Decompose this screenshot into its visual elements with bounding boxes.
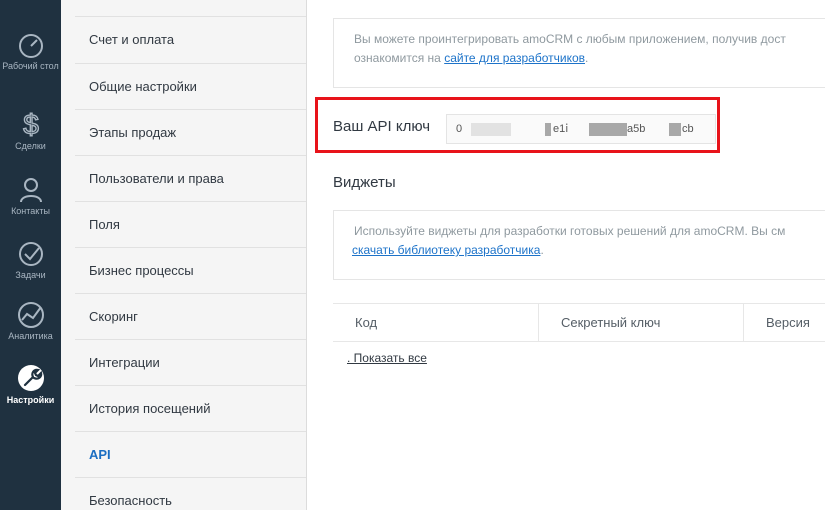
submenu-item-label: Скоринг bbox=[89, 309, 138, 324]
submenu-item-label: Общие настройки bbox=[89, 79, 197, 94]
api-key-highlight-box bbox=[315, 97, 720, 153]
widgets-info-box: Используйте виджеты для разработки готов… bbox=[333, 210, 825, 280]
submenu-item-label: Безопасность bbox=[89, 493, 172, 508]
submenu-item-api[interactable]: API bbox=[75, 431, 306, 476]
submenu-item-history[interactable]: История посещений bbox=[75, 385, 306, 430]
column-header-version[interactable]: Версия bbox=[743, 304, 825, 341]
nav-deals[interactable]: $ Сделки bbox=[0, 109, 61, 151]
wrench-icon bbox=[17, 365, 44, 391]
check-icon bbox=[18, 242, 43, 266]
widgets-info-line2: скачать библиотеку разработчика. bbox=[352, 241, 825, 260]
dashboard-icon bbox=[18, 34, 43, 58]
main-nav-rail: Рабочий стол $ Сделки Контакты Задачи Ан… bbox=[0, 0, 61, 510]
submenu-item-processes[interactable]: Бизнес процессы bbox=[75, 247, 306, 292]
submenu-item-label: Пользователи и права bbox=[89, 171, 224, 186]
submenu-item-label: API bbox=[89, 447, 111, 462]
submenu-item-fields[interactable]: Поля bbox=[75, 201, 306, 246]
nav-dashboard-label: Рабочий стол bbox=[2, 61, 59, 71]
show-all-link[interactable]: . Показать все bbox=[347, 351, 427, 365]
column-header-secret[interactable]: Секретный ключ bbox=[538, 304, 743, 341]
nav-tasks[interactable]: Задачи bbox=[0, 240, 61, 280]
svg-text:$: $ bbox=[23, 109, 39, 139]
submenu-item-label: Счет и оплата bbox=[89, 32, 175, 47]
submenu-item-label: Интеграции bbox=[89, 355, 160, 370]
nav-settings-label: Настройки bbox=[6, 395, 55, 405]
submenu-item-label: Бизнес процессы bbox=[89, 263, 194, 278]
nav-contacts[interactable]: Контакты bbox=[0, 176, 61, 216]
submenu-item-label: История посещений bbox=[89, 401, 211, 416]
api-info-text-line2: ознакомится на сайте для разработчиков. bbox=[354, 49, 825, 68]
submenu-item-general[interactable]: Общие настройки bbox=[75, 63, 306, 108]
widgets-title: Виджеты bbox=[333, 174, 396, 191]
submenu-item-users[interactable]: Пользователи и права bbox=[75, 155, 306, 200]
developer-library-link[interactable]: скачать библиотеку разработчика bbox=[352, 243, 540, 257]
main-content: Вы можете проинтегрировать amoCRM с любы… bbox=[317, 0, 825, 510]
nav-deals-label: Сделки bbox=[15, 141, 46, 151]
submenu-item-billing[interactable]: Счет и оплата bbox=[75, 17, 306, 62]
submenu-item-scoring[interactable]: Скоринг bbox=[75, 293, 306, 338]
contact-icon bbox=[19, 178, 42, 203]
analytics-icon bbox=[17, 302, 44, 328]
nav-tasks-label: Задачи bbox=[15, 270, 46, 280]
submenu-item-label: Поля bbox=[89, 217, 120, 232]
widgets-table-header: Код Секретный ключ Версия bbox=[333, 303, 825, 342]
nav-contacts-label: Контакты bbox=[11, 206, 50, 216]
dollar-icon: $ bbox=[22, 109, 39, 139]
widgets-info-tail: . bbox=[540, 243, 544, 257]
nav-analytics[interactable]: Аналитика bbox=[0, 301, 61, 341]
api-info-box: Вы можете проинтегрировать amoCRM с любы… bbox=[333, 18, 825, 88]
api-info-text: Вы можете проинтегрировать amoCRM с любы… bbox=[354, 32, 786, 46]
widgets-info-text: Используйте виджеты для разработки готов… bbox=[354, 224, 786, 238]
api-info-tail: . bbox=[585, 51, 589, 65]
submenu-item-label: Этапы продаж bbox=[89, 125, 177, 140]
nav-analytics-label: Аналитика bbox=[8, 331, 53, 341]
nav-dashboard[interactable]: Рабочий стол bbox=[0, 33, 61, 71]
developers-site-link[interactable]: сайте для разработчиков bbox=[444, 51, 585, 65]
submenu-item-integrations[interactable]: Интеграции bbox=[75, 339, 306, 384]
nav-settings[interactable]: Настройки bbox=[0, 363, 61, 405]
submenu-item-security[interactable]: Безопасность bbox=[75, 477, 306, 522]
api-info-prefix: ознакомится на bbox=[354, 51, 445, 65]
submenu-item-pipeline[interactable]: Этапы продаж bbox=[75, 109, 306, 154]
column-header-code[interactable]: Код bbox=[333, 304, 538, 341]
